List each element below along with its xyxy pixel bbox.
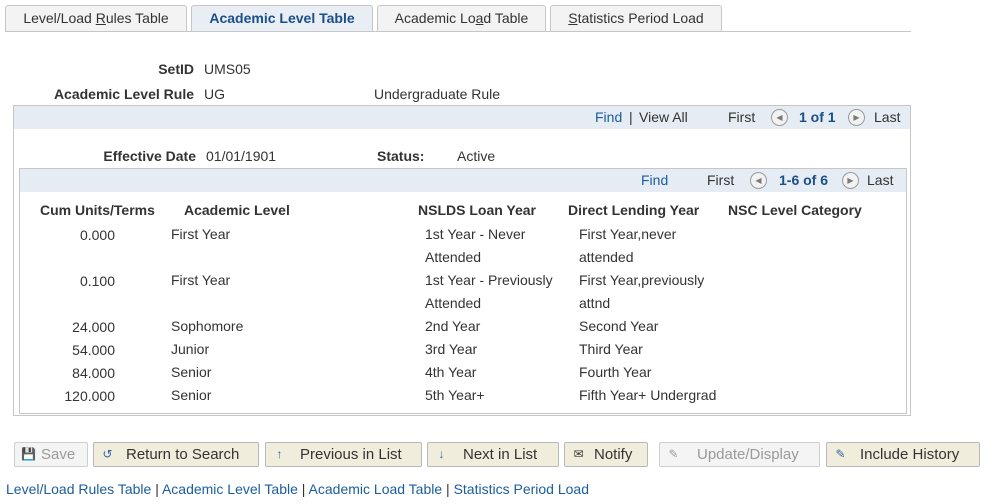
cell-nslds-loan-year: 2nd Year [425,318,481,334]
tab-label: ules Table [105,10,169,26]
tab-label: Academic Level Table [209,10,355,26]
tab-academic-load-table[interactable]: Academic Load Table [377,5,546,31]
cell-nslds-loan-year: 1st Year - Previously [425,272,553,288]
return-to-search-label: Return to Search [126,446,240,463]
tab-label: Academic Lo [394,10,476,26]
tab-label: Level/Load [23,10,96,26]
include-history-label: Include History [860,446,960,463]
cell-nslds-loan-year: 1st Year - Never [425,226,526,242]
tab-statistics-period-load[interactable]: Statistics Period Load [550,5,722,31]
cell-cum-units: 54.000 [72,342,115,358]
inner-row-count: 1-6 of 6 [779,172,829,188]
tab-label-accesskey: S [568,10,578,26]
effective-date-value: 01/01/1901 [206,148,277,164]
column-header-academic-level[interactable]: Academic Level [184,202,290,218]
cell-direct-lending-year-cont: attnd [579,295,611,311]
first-arrow-icon[interactable]: ◀ [771,109,788,126]
cell-direct-lending-year-cont: attended [579,249,634,265]
cell-cum-units: 120.000 [64,388,115,404]
previous-in-list-button[interactable]: ↑ Previous in List [265,442,422,467]
outer-row-count: 1 of 1 [799,109,836,125]
notify-icon: ✉ [573,447,584,461]
save-button-label: Save [41,446,76,463]
update-display-icon: ✎ [668,447,679,461]
inner-first-label: First [707,172,735,188]
effective-date-label: Effective Date [103,148,196,164]
column-header-nslds-loan-year[interactable]: NSLDS Loan Year [418,202,536,218]
inner-nav-bar [20,169,906,192]
cell-nslds-loan-year-cont: Attended [425,249,482,265]
tab-divider [5,31,911,32]
next-in-list-label: Next in List [463,446,538,463]
tab-label: d Table [483,10,529,26]
link-separator: | [446,481,450,497]
tab-label-accesskey: R [95,10,106,26]
cell-academic-level: Sophomore [171,318,244,334]
link-statistics-period-load[interactable]: Statistics Period Load [454,481,589,497]
cell-direct-lending-year: First Year,never [579,226,677,242]
save-button[interactable]: 💾 Save [14,442,88,467]
outer-first-label: First [728,109,756,125]
cell-direct-lending-year: Second Year [579,318,659,334]
previous-in-list-label: Previous in List [300,446,402,463]
previous-in-list-icon: ↑ [276,447,283,461]
include-history-icon: ✎ [835,447,846,461]
outer-find-link[interactable]: Find [595,109,622,125]
inner-last-label: Last [867,172,894,188]
cell-nslds-loan-year: 3rd Year [425,341,478,357]
cell-direct-lending-year: Fourth Year [579,364,652,380]
next-in-list-button[interactable]: ↓ Next in List [427,442,559,467]
include-history-button[interactable]: ✎ Include History [826,442,980,467]
return-to-search-icon: ↺ [102,447,113,461]
cell-cum-units: 0.100 [79,273,115,289]
setid-value: UMS05 [204,61,251,77]
first-arrow-icon[interactable]: ◀ [750,172,767,189]
setid-label: SetID [158,61,194,77]
status-label: Status: [377,148,425,164]
cell-academic-level: Junior [171,341,210,357]
tab-academic-level-table[interactable]: Academic Level Table [191,5,373,32]
cell-cum-units: 84.000 [72,365,115,381]
column-header-direct-lending-year[interactable]: Direct Lending Year [568,202,699,218]
outer-nav-separator: | [629,109,633,125]
outer-last-label: Last [874,109,901,125]
cell-nslds-loan-year-cont: Attended [425,295,482,311]
update-display-label: Update/Display [697,446,799,463]
bottom-page-links: Level/Load Rules Table | Academic Level … [6,481,589,497]
cell-academic-level: First Year [171,226,231,242]
tab-label: tatistics Period Load [577,10,704,26]
status-value: Active [457,148,496,164]
next-in-list-icon: ↓ [438,447,445,461]
notify-button[interactable]: ✉ Notify [564,442,648,467]
inner-find-link[interactable]: Find [641,172,668,188]
notify-label: Notify [594,446,633,463]
cell-academic-level: Senior [171,364,212,380]
last-arrow-icon[interactable]: ▶ [848,109,865,126]
link-academic-load-table[interactable]: Academic Load Table [309,481,443,497]
last-arrow-icon[interactable]: ▶ [842,172,859,189]
cell-academic-level: Senior [171,387,212,403]
cell-direct-lending-year: Fifth Year+ Undergrad [579,387,717,403]
cell-cum-units: 0.000 [79,227,115,243]
link-separator: | [301,481,306,497]
cell-cum-units: 24.000 [72,319,115,335]
link-academic-level-table[interactable]: Academic Level Table [162,481,298,497]
academic-level-rule-value: UG [204,86,225,102]
outer-view-all-link[interactable]: View All [639,109,688,125]
cell-direct-lending-year: First Year,previously [579,272,705,288]
column-header-cum-units[interactable]: Cum Units/Terms [40,202,155,218]
cell-nslds-loan-year: 5th Year+ [425,387,485,403]
cell-academic-level: First Year [171,272,231,288]
link-separator: | [155,481,159,497]
return-to-search-button[interactable]: ↺ Return to Search [93,442,259,467]
cell-direct-lending-year: Third Year [579,341,643,357]
link-level-load-rules-table[interactable]: Level/Load Rules Table [6,481,151,497]
save-icon: 💾 [21,447,36,461]
column-header-nsc-level-category[interactable]: NSC Level Category [728,202,862,218]
academic-level-rule-description: Undergraduate Rule [374,86,501,102]
cell-nslds-loan-year: 4th Year [425,364,477,380]
tab-level-load-rules[interactable]: Level/Load Rules Table [5,5,187,31]
update-display-button[interactable]: ✎ Update/Display [659,442,820,467]
academic-level-rule-label: Academic Level Rule [53,86,194,102]
